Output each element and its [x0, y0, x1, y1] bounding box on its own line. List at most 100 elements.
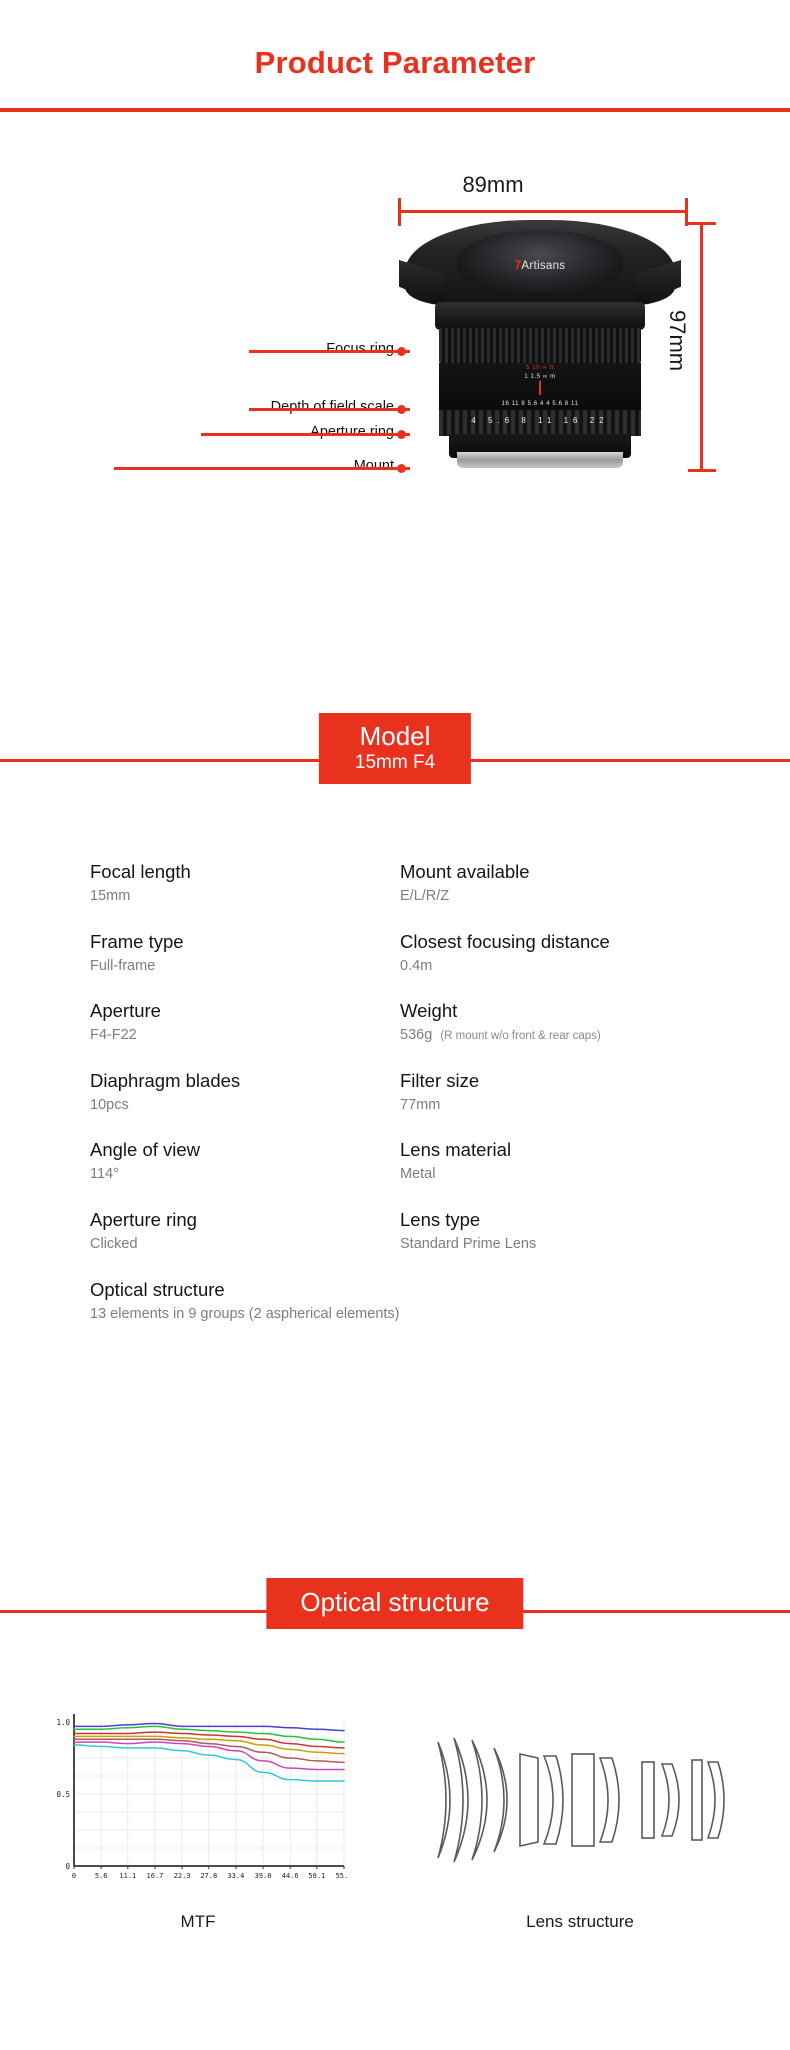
svg-text:50.1: 50.1: [308, 1872, 325, 1880]
spec-label: Diaphragm blades: [90, 1069, 241, 1091]
spec-value: 10pcs: [90, 1096, 129, 1113]
svg-text:11.1: 11.1: [119, 1872, 136, 1880]
callout-aperture-ring: Aperture ring: [40, 424, 410, 446]
model-banner: Model 15mm F4: [0, 713, 790, 809]
model-banner-box: Model 15mm F4: [318, 713, 472, 785]
svg-text:44.6: 44.6: [282, 1872, 299, 1880]
charts-section: 0 0.5 1.0 0 5.6 11.1 16.7 22.3 27.8 33.4 39.0 44.6 5…: [0, 1700, 790, 1960]
spec-label: Angle of view: [90, 1139, 201, 1161]
scale-feet-row: 5 10 ∞ ft: [525, 365, 555, 371]
svg-text:0.5: 0.5: [56, 1790, 70, 1799]
callout-leader-line: [114, 467, 410, 470]
callout-leader-line: [249, 408, 410, 411]
depth-of-field-scale-part: 5 10 ∞ ft 1 1.5 ∞ m 16 11 8 5.6 4 4 5.6 …: [439, 363, 641, 413]
spec-label: Aperture ring: [90, 1209, 197, 1231]
callout-focus-ring: Focus ring: [120, 341, 410, 363]
model-banner-title: Model: [359, 721, 431, 751]
mount-metal-part: [457, 452, 623, 468]
height-dimension-cap-top: [688, 222, 716, 225]
width-dimension-cap-left: [398, 198, 401, 226]
svg-text:27.8: 27.8: [200, 1872, 217, 1880]
callout-leader-line: [249, 350, 410, 353]
spec-row: Optical structure 13 elements in 9 group…: [90, 1278, 710, 1325]
callout-mount-label: Mount: [353, 458, 394, 474]
svg-text:5.6: 5.6: [95, 1872, 108, 1880]
spec-row: Focal length 15mm Mount available E/L/R/…: [90, 860, 710, 907]
focus-ring-part: [439, 328, 641, 364]
lens-structure-caption: Lens structure: [526, 1912, 634, 1931]
spec-label: Frame type: [90, 930, 184, 952]
header-divider: [0, 108, 790, 112]
spec-item-angle-of-view: Angle of view 114°: [90, 1138, 400, 1185]
spec-item-closest-focusing-distance: Closest focusing distance 0.4m: [400, 930, 710, 977]
mtf-caption: MTF: [180, 1912, 216, 1931]
optical-structure-banner: Optical structure: [0, 1578, 790, 1650]
spec-value: 0.4m: [400, 957, 433, 974]
spec-item-focal-length: Focal length 15mm: [90, 860, 400, 907]
model-banner-subtitle: 15mm F4: [354, 751, 436, 773]
focus-index-mark: [539, 381, 541, 395]
spec-label: Weight: [400, 1000, 458, 1022]
product-parameter-page: Product Parameter 89mm 97mm 7Artisans 5 …: [0, 0, 790, 2050]
scale-dof-row: 16 11 8 5.6 4 4 5.6 8 11: [501, 401, 579, 407]
optical-banner-title: Optical structure: [300, 1587, 490, 1617]
spec-item-mount-available: Mount available E/L/R/Z: [400, 860, 710, 907]
svg-text:39.0: 39.0: [255, 1872, 272, 1880]
svg-text:33.4: 33.4: [227, 1872, 244, 1880]
spec-value: 15mm: [90, 888, 131, 905]
spec-label: Focal length: [90, 861, 191, 882]
scale-meter-row: 1 1.5 ∞ m: [524, 374, 556, 380]
spec-item-optical-structure: Optical structure 13 elements in 9 group…: [90, 1278, 710, 1325]
spec-value: Clicked: [90, 1236, 138, 1253]
spec-item-weight: Weight 536g (R mount w/o front & rear ca…: [400, 999, 710, 1046]
callout-focus-ring-label: Focus ring: [326, 341, 394, 357]
height-dimension-line: [700, 222, 703, 472]
svg-text:0: 0: [65, 1862, 70, 1871]
height-dimension-cap-bottom: [688, 469, 716, 472]
spec-label: Closest focusing distance: [400, 930, 610, 952]
spec-row: Diaphragm blades 10pcs Filter size 77mm: [90, 1069, 710, 1116]
spec-value: 536g: [400, 1027, 433, 1044]
spec-item-filter-size: Filter size 77mm: [400, 1069, 710, 1116]
aperture-numbers: 4 5.6 8 11 16 22: [471, 416, 609, 425]
spec-label: Mount available: [400, 861, 530, 882]
aperture-ring-part: 4 5.6 8 11 16 22: [439, 410, 641, 436]
spec-row: Frame type Full-frame Closest focusing d…: [90, 930, 710, 977]
svg-text:55.7: 55.7: [336, 1872, 348, 1880]
spec-item-lens-material: Lens material Metal: [400, 1138, 710, 1185]
spec-label: Optical structure: [90, 1278, 225, 1300]
mtf-chart: 0 0.5 1.0 0 5.6 11.1 16.7 22.3 27.8 33.4 39.0 44.6 5…: [48, 1700, 352, 1900]
spec-value-wrap: 536g (R mount w/o front & rear caps): [400, 1026, 700, 1046]
width-dimension-line: [398, 210, 688, 213]
spec-row: Angle of view 114° Lens material Metal: [90, 1138, 710, 1185]
spec-value: E/L/R/Z: [400, 888, 450, 905]
callout-mount: Mount: [40, 458, 410, 480]
spec-value: 77mm: [400, 1096, 441, 1113]
svg-text:22.3: 22.3: [174, 1872, 191, 1880]
spec-item-diaphragm-blades: Diaphragm blades 10pcs: [90, 1069, 400, 1116]
spec-value: Standard Prime Lens: [400, 1236, 537, 1253]
spec-item-frame-type: Frame type Full-frame: [90, 930, 400, 977]
spec-value: 114°: [90, 1166, 119, 1183]
callout-leader-line: [201, 433, 410, 436]
callout-aperture-ring-label: Aperture ring: [310, 424, 394, 440]
spec-value: 13 elements in 9 groups (2 aspherical el…: [90, 1305, 400, 1322]
spec-label: Lens material: [400, 1139, 512, 1161]
optical-banner-box: Optical structure: [266, 1578, 524, 1629]
lens-diagram: 89mm 97mm 7Artisans 5 10 ∞ ft 1 1.5 ∞ m: [0, 150, 790, 690]
svg-text:16.7: 16.7: [147, 1872, 164, 1880]
spec-label: Filter size: [400, 1069, 480, 1091]
callout-depth-of-field-scale-label: Depth of field scale: [270, 399, 394, 415]
page-title: Product Parameter: [254, 45, 536, 80]
brand-name: Artisans: [521, 260, 566, 272]
spec-value: F4-F22: [90, 1027, 137, 1044]
width-dimension-label: 89mm: [462, 172, 524, 197]
spec-value: Metal: [400, 1166, 436, 1183]
mtf-chart-svg: 0 0.5 1.0 0 5.6 11.1 16.7 22.3 27.8 33.4 39.0 44.6 5…: [56, 1714, 352, 1880]
spec-note: (R mount w/o front & rear caps): [440, 1030, 601, 1043]
specifications-table: Focal length 15mm Mount available E/L/R/…: [90, 860, 710, 1347]
spec-row: Aperture F4-F22 Weight 536g (R mount w/o…: [90, 999, 710, 1046]
svg-text:0: 0: [72, 1872, 76, 1880]
lens-hood: 7Artisans: [405, 220, 675, 306]
callout-depth-of-field-scale: Depth of field scale: [40, 399, 410, 421]
